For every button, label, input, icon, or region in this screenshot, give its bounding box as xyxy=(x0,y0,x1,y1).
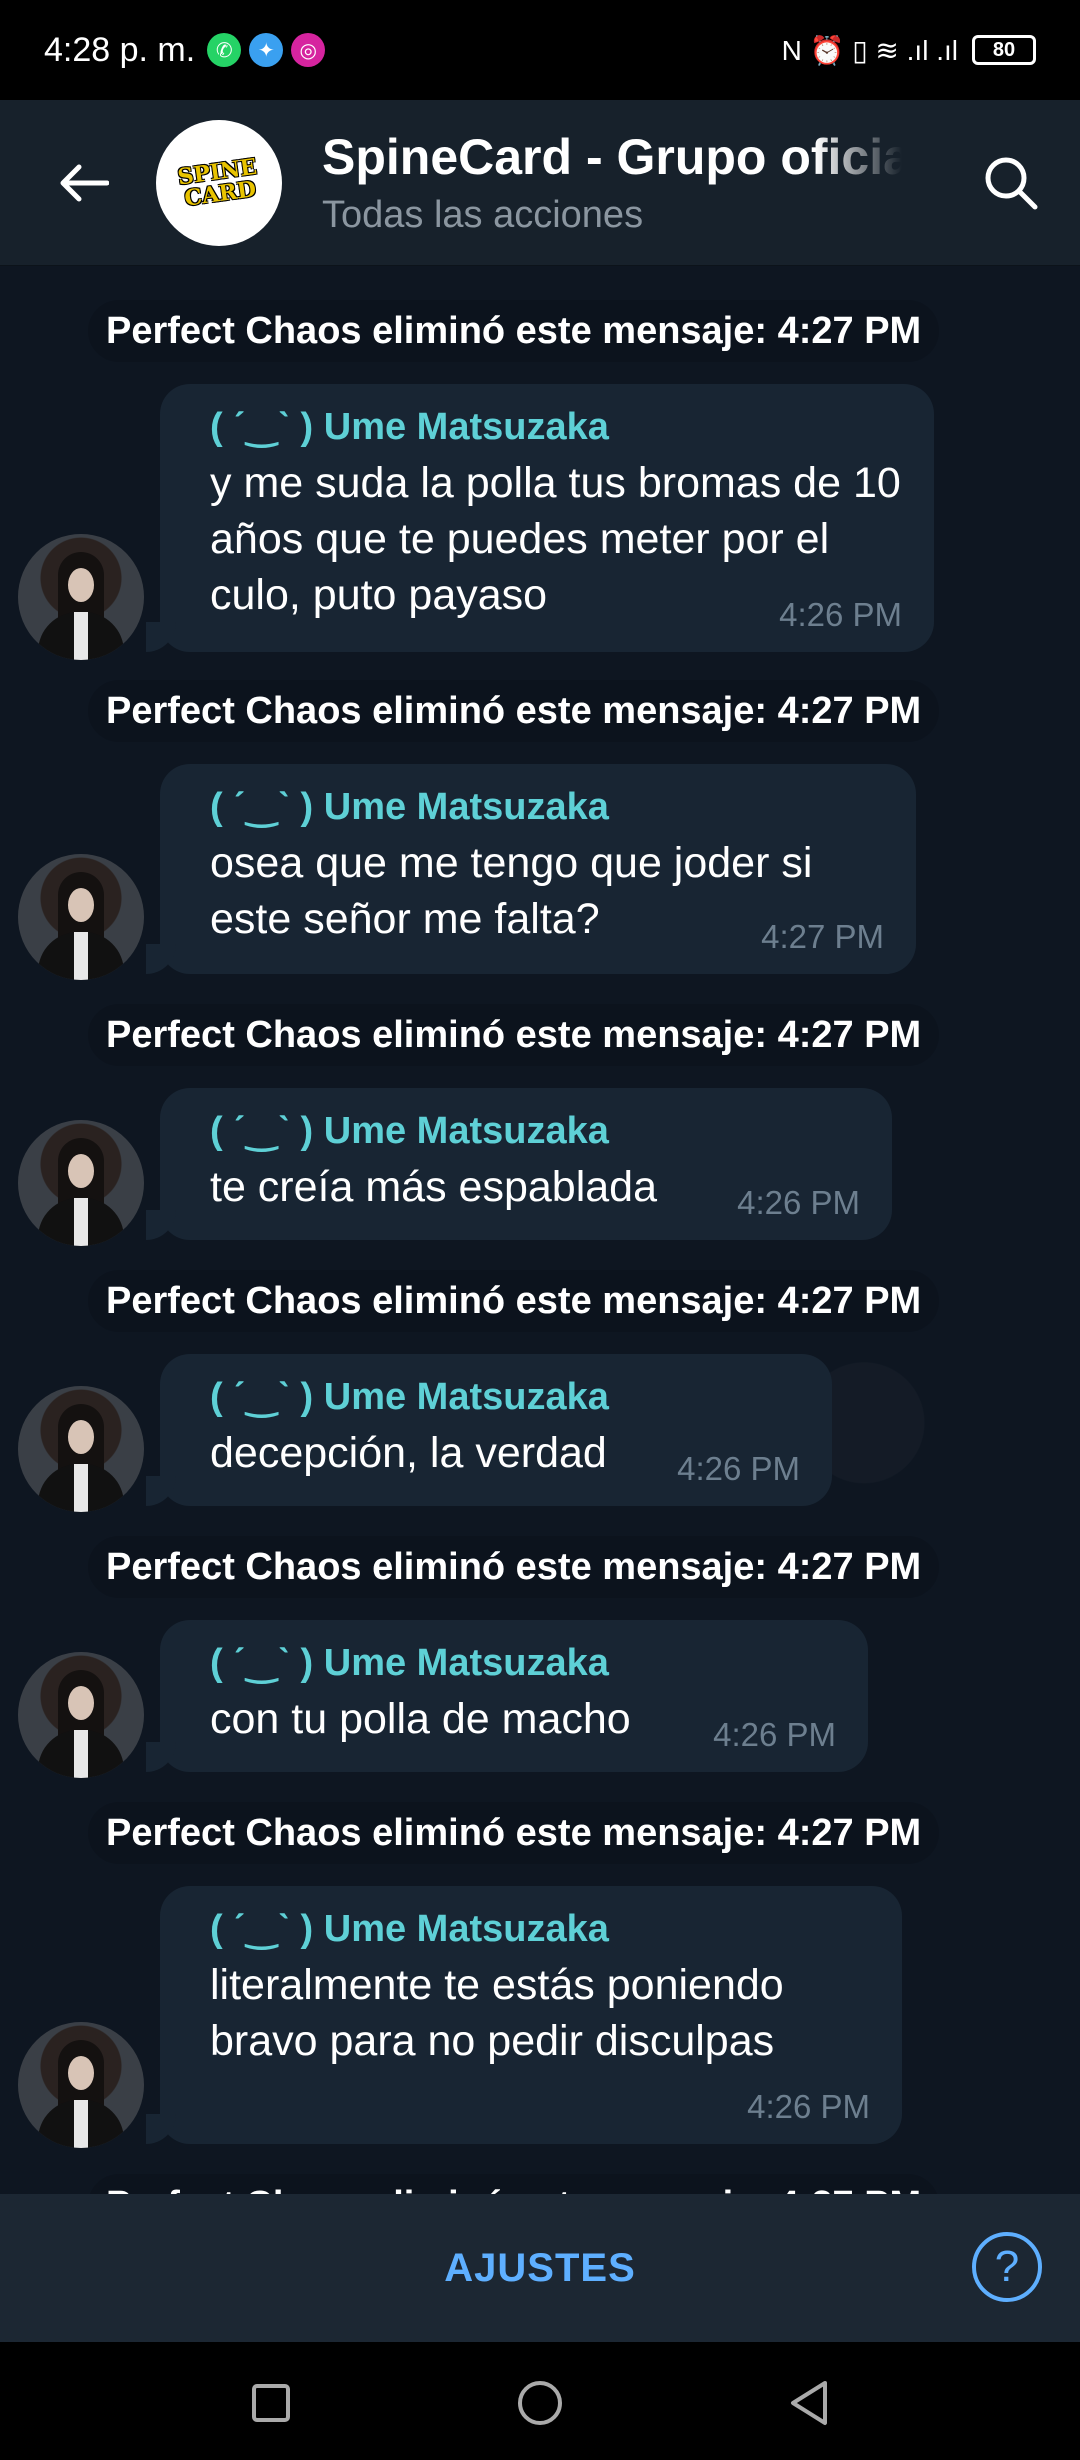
notification-icons: ✆ ✦ ◎ xyxy=(207,33,326,67)
message-time: 4:26 PM xyxy=(677,1450,800,1487)
whatsapp-icon: ✆ xyxy=(207,33,242,67)
service-message: Perfect Chaos eliminó este mensaje: 4:27… xyxy=(88,1004,940,1066)
home-button[interactable] xyxy=(515,2378,565,2428)
avatar[interactable] xyxy=(18,1120,144,1246)
message-text: literalmente te estás poniendo bravo par… xyxy=(210,1961,784,2065)
avatar[interactable] xyxy=(18,534,144,660)
avatar[interactable] xyxy=(18,854,144,980)
triangle-back-icon xyxy=(791,2381,827,2425)
message-time: 4:26 PM xyxy=(747,2088,870,2125)
message-time: 4:27 PM xyxy=(761,918,884,955)
service-message: Perfect Chaos eliminó este mensaje: 4:27… xyxy=(88,1536,940,1598)
recents-button[interactable] xyxy=(246,2378,296,2428)
service-message: Perfect Chaos eliminó este mensaje: 4:27… xyxy=(88,1270,940,1332)
bluebird-icon: ✦ xyxy=(249,33,284,67)
search-button[interactable] xyxy=(976,148,1046,218)
chat-header: SPINE CARD SpineCard - Grupo oficial Tod… xyxy=(0,100,1080,266)
status-bar: 4:28 p. m. ✆ ✦ ◎ N ⏰ ▯ ≋ .ıl .ıl 80 xyxy=(0,0,1080,100)
message-time: 4:26 PM xyxy=(737,1184,860,1221)
service-message: Perfect Chaos eliminó este mensaje: 4:27… xyxy=(88,300,940,362)
battery-level: 80 xyxy=(992,38,1016,61)
signal-indicators-icon: N ⏰ ▯ ≋ .ıl .ıl xyxy=(781,34,958,66)
chat-title: SpineCard - Grupo oficial xyxy=(322,129,902,185)
avatar[interactable] xyxy=(18,1652,144,1778)
bottom-bar: AJUSTES ? xyxy=(0,2194,1080,2342)
header-text[interactable]: SpineCard - Grupo oficial Todas las acci… xyxy=(322,128,902,237)
avatar[interactable] xyxy=(18,1386,144,1512)
avatar[interactable] xyxy=(18,2022,144,2148)
system-nav-bar xyxy=(0,2342,1080,2460)
status-time: 4:28 p. m. xyxy=(44,30,196,69)
sender-name[interactable]: ( ˊ‿ˋ ) Ume Matsuzaka xyxy=(210,784,884,829)
sender-name[interactable]: ( ˊ‿ˋ ) Ume Matsuzaka xyxy=(210,1640,836,1685)
message-time: 4:26 PM xyxy=(713,1716,836,1753)
service-message: Perfect Chaos eliminó este mensaje: 4:27… xyxy=(88,680,940,742)
back-button[interactable] xyxy=(48,148,118,218)
group-avatar[interactable]: SPINE CARD xyxy=(156,119,282,246)
chat-history[interactable]: Perfect Chaos eliminó este mensaje: 4:27… xyxy=(0,266,1080,2194)
instagram-icon: ◎ xyxy=(291,33,326,67)
sender-name[interactable]: ( ˊ‿ˋ ) Ume Matsuzaka xyxy=(210,1108,860,1153)
search-icon xyxy=(985,157,1038,210)
circle-icon xyxy=(518,2381,562,2425)
back-nav-button[interactable] xyxy=(784,2378,834,2428)
battery-icon: 80 xyxy=(972,35,1036,65)
message-time: 4:26 PM xyxy=(779,596,902,633)
message-bubble[interactable]: ( ˊ‿ˋ ) Ume Matsuzaka te creía más espab… xyxy=(146,1088,892,1240)
arrow-left-icon xyxy=(60,164,109,201)
message-bubble[interactable]: ( ˊ‿ˋ ) Ume Matsuzaka y me suda la polla… xyxy=(146,384,934,652)
square-icon xyxy=(252,2384,290,2422)
message-bubble[interactable]: ( ˊ‿ˋ ) Ume Matsuzaka con tu polla de ma… xyxy=(146,1620,868,1772)
message-bubble[interactable]: ( ˊ‿ˋ ) Ume Matsuzaka decepción, la verd… xyxy=(146,1354,832,1506)
sender-name[interactable]: ( ˊ‿ˋ ) Ume Matsuzaka xyxy=(210,1906,870,1951)
service-message: Perfect Chaos eliminó este mensaje: 4:27… xyxy=(88,2174,940,2194)
chat-subtitle: Todas las acciones xyxy=(322,194,644,236)
settings-button[interactable]: AJUSTES xyxy=(444,2246,636,2291)
service-message: Perfect Chaos eliminó este mensaje: 4:27… xyxy=(88,1802,940,1864)
system-indicators: N ⏰ ▯ ≋ .ıl .ıl 80 xyxy=(782,34,1036,67)
help-button[interactable]: ? xyxy=(972,2232,1042,2302)
message-text: osea que me tengo que joder si este seño… xyxy=(210,839,813,943)
help-icon: ? xyxy=(994,2242,1020,2291)
sender-name[interactable]: ( ˊ‿ˋ ) Ume Matsuzaka xyxy=(210,1374,800,1419)
spinecard-logo: SPINE CARD xyxy=(176,153,262,211)
sender-name[interactable]: ( ˊ‿ˋ ) Ume Matsuzaka xyxy=(210,404,902,449)
message-bubble[interactable]: ( ˊ‿ˋ ) Ume Matsuzaka osea que me tengo … xyxy=(146,764,916,974)
message-bubble[interactable]: ( ˊ‿ˋ ) Ume Matsuzaka literalmente te es… xyxy=(146,1886,902,2144)
